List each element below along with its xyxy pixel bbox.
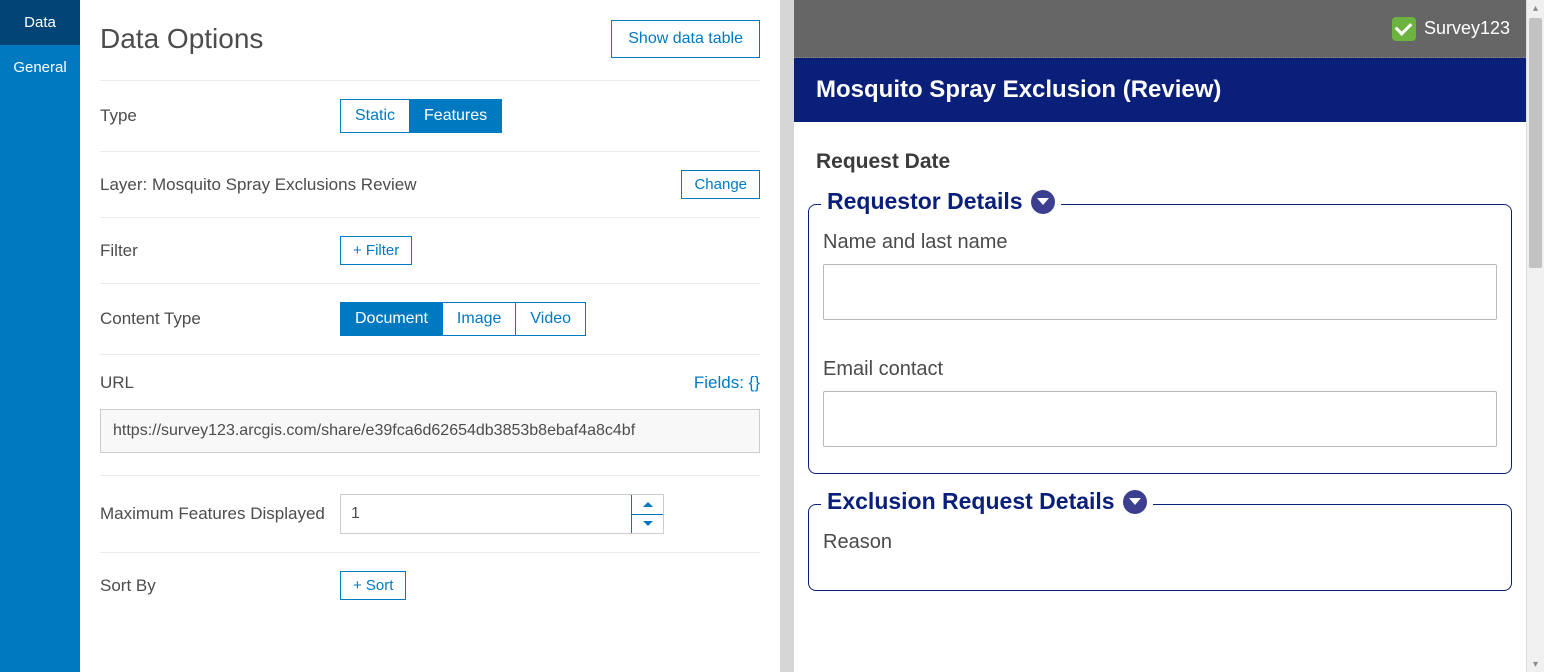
- preview-panel: Survey123 Mosquito Spray Exclusion (Revi…: [780, 0, 1544, 672]
- survey123-icon: [1392, 17, 1416, 41]
- chevron-down-icon: [1037, 198, 1049, 205]
- max-features-label: Maximum Features Displayed: [100, 504, 340, 524]
- collapse-toggle[interactable]: [1123, 490, 1147, 514]
- content-image-button[interactable]: Image: [442, 302, 516, 336]
- survey123-label: Survey123: [1424, 18, 1510, 39]
- scroll-thumb[interactable]: [1529, 18, 1542, 268]
- content-type-segmented: Document Image Video: [340, 302, 586, 336]
- sort-by-label: Sort By: [100, 576, 340, 596]
- preview-topbar: Survey123: [794, 0, 1526, 58]
- step-up-button[interactable]: [632, 495, 663, 515]
- type-features-button[interactable]: Features: [409, 99, 502, 133]
- survey-body: Mosquito Spray Exclusion (Review) Reques…: [794, 58, 1526, 672]
- max-features-input[interactable]: [341, 495, 631, 533]
- name-label: Name and last name: [823, 231, 1497, 254]
- change-layer-button[interactable]: Change: [681, 170, 760, 199]
- scroll-down-icon[interactable]: ▾: [1527, 656, 1544, 672]
- exclusion-request-group: Exclusion Request Details Reason: [808, 504, 1512, 591]
- config-title: Data Options: [100, 23, 263, 55]
- add-sort-button[interactable]: + Sort: [340, 571, 406, 600]
- config-panel: Data Options Show data table Type Static…: [80, 0, 780, 672]
- exclusion-request-legend: Exclusion Request Details: [827, 488, 1115, 515]
- reason-label: Reason: [823, 531, 1497, 554]
- content-video-button[interactable]: Video: [515, 302, 586, 336]
- filter-label: Filter: [100, 241, 340, 261]
- requestor-details-legend: Requestor Details: [827, 188, 1023, 215]
- email-label: Email contact: [823, 358, 1497, 381]
- show-data-table-button[interactable]: Show data table: [611, 20, 760, 58]
- name-input[interactable]: [823, 264, 1497, 320]
- survey-title: Mosquito Spray Exclusion (Review): [794, 58, 1526, 122]
- chevron-down-icon: [643, 521, 653, 526]
- chevron-down-icon: [1129, 498, 1141, 505]
- type-static-button[interactable]: Static: [340, 99, 410, 133]
- preview-scrollbar[interactable]: ▴ ▾: [1526, 0, 1544, 672]
- rail-tab-data[interactable]: Data: [0, 0, 80, 45]
- type-segmented: Static Features: [340, 99, 502, 133]
- chevron-up-icon: [643, 502, 653, 507]
- request-date-label: Request Date: [816, 150, 1504, 174]
- url-label: URL: [100, 373, 134, 393]
- max-features-stepper: [340, 494, 664, 534]
- layer-label: Layer: Mosquito Spray Exclusions Review: [100, 175, 681, 195]
- rail-tab-general[interactable]: General: [0, 45, 80, 90]
- fields-link[interactable]: Fields: {}: [694, 373, 760, 393]
- scroll-up-icon[interactable]: ▴: [1527, 0, 1544, 16]
- collapse-toggle[interactable]: [1031, 190, 1055, 214]
- requestor-details-group: Requestor Details Name and last name Ema…: [808, 204, 1512, 474]
- url-input[interactable]: [100, 409, 760, 453]
- content-document-button[interactable]: Document: [340, 302, 443, 336]
- add-filter-button[interactable]: + Filter: [340, 236, 412, 265]
- email-input[interactable]: [823, 391, 1497, 447]
- type-label: Type: [100, 106, 340, 126]
- content-type-label: Content Type: [100, 309, 340, 329]
- sidebar-rail: Data General: [0, 0, 80, 672]
- step-down-button[interactable]: [632, 515, 663, 534]
